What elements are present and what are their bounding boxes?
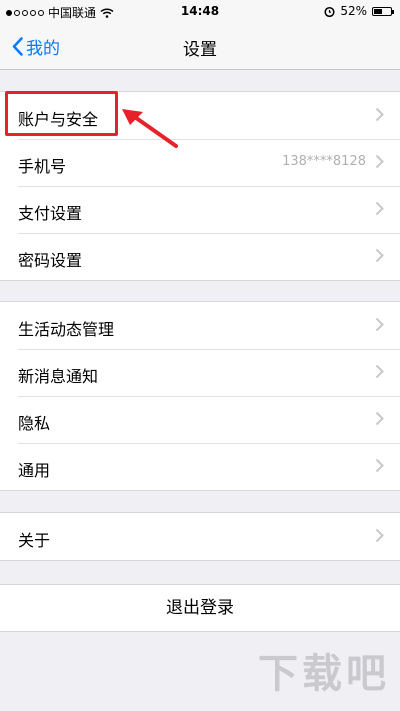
settings-item-phone[interactable]: 手机号 138****8128: [0, 139, 400, 186]
settings-item-label: 生活动态管理: [18, 320, 115, 339]
chevron-right-icon: [375, 411, 384, 426]
page-title: 设置: [183, 40, 217, 60]
settings-item-general[interactable]: 通用: [0, 443, 400, 490]
phone-number-value: 138****8128: [282, 154, 366, 169]
settings-group-about: 关于: [0, 512, 400, 561]
chevron-right-icon: [375, 107, 384, 122]
settings-item-label: 隐私: [18, 414, 51, 433]
battery-percent: 52%: [340, 4, 367, 18]
settings-item-life-feed[interactable]: 生活动态管理: [0, 302, 400, 349]
settings-item-about[interactable]: 关于: [0, 513, 400, 560]
settings-item-payment[interactable]: 支付设置: [0, 186, 400, 233]
settings-item-label: 手机号: [18, 157, 67, 176]
watermark: 下载吧: [258, 651, 390, 697]
logout-button[interactable]: 退出登录: [0, 584, 400, 632]
settings-item-label: 密码设置: [18, 251, 83, 270]
chevron-right-icon: [375, 154, 384, 169]
settings-item-notifications[interactable]: 新消息通知: [0, 349, 400, 396]
chevron-right-icon: [375, 364, 384, 379]
chevron-right-icon: [375, 248, 384, 263]
status-right: 52%: [324, 4, 394, 18]
settings-item-label: 新消息通知: [18, 367, 99, 386]
highlight-box: [5, 91, 118, 136]
pointer-arrow-icon: [122, 109, 178, 148]
settings-item-label: 通用: [18, 461, 51, 480]
settings-group-general: 生活动态管理 新消息通知 隐私 通用: [0, 301, 400, 491]
navigation-bar: 我的 设置: [0, 24, 400, 70]
settings-item-label: 关于: [18, 531, 51, 550]
chevron-right-icon: [375, 317, 384, 332]
chevron-right-icon: [375, 201, 384, 216]
settings-item-password[interactable]: 密码设置: [0, 233, 400, 280]
battery-level: [374, 8, 382, 14]
settings-item-privacy[interactable]: 隐私: [0, 396, 400, 443]
chevron-right-icon: [375, 458, 384, 473]
battery-icon: [372, 6, 394, 16]
alarm-icon: [324, 6, 335, 17]
status-bar: 中国联通 14:48 52%: [0, 0, 400, 24]
settings-item-label: 支付设置: [18, 204, 83, 223]
chevron-right-icon: [375, 528, 384, 543]
